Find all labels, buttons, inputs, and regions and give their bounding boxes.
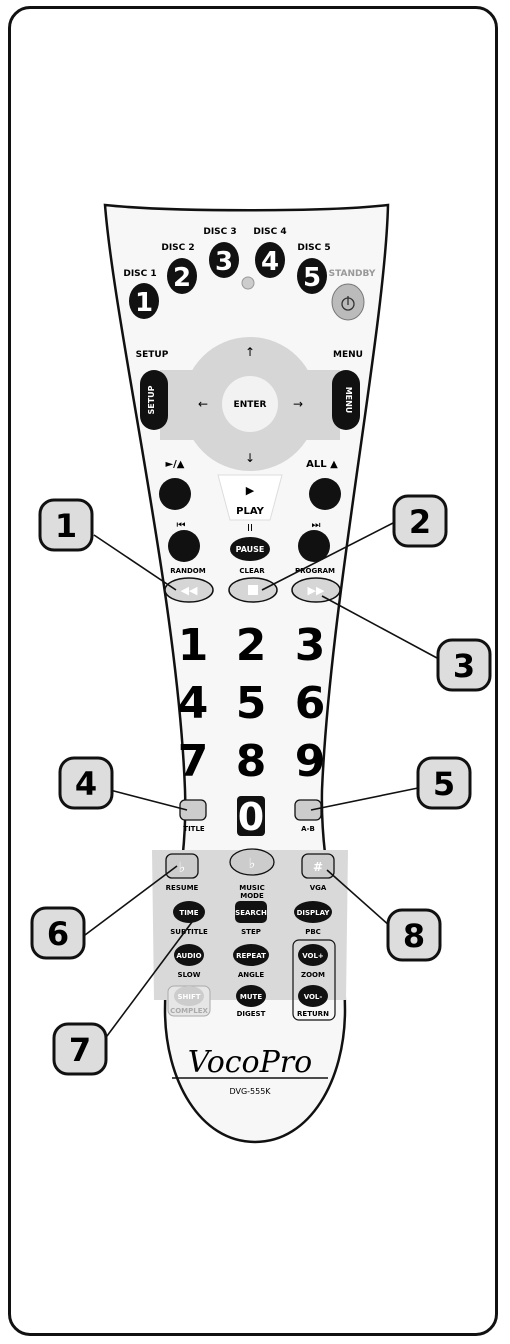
stop-icon: [248, 585, 258, 595]
setup-button-text: SETUP: [147, 385, 156, 414]
audio-button-label: AUDIO: [176, 952, 201, 960]
disc-2-number: 2: [173, 263, 191, 293]
play-icon: ▶: [246, 484, 255, 497]
music-mode-label-line2: MODE: [240, 892, 264, 900]
callout-4-number: 4: [75, 765, 97, 803]
shift-label: SHIFT: [177, 993, 200, 1001]
slow-label: SLOW: [178, 971, 201, 979]
menu-button-text: MENU: [344, 387, 353, 414]
search-button-label: SEARCH: [235, 909, 267, 917]
prev-track-button[interactable]: [168, 530, 200, 562]
program-label: PROGRAM: [295, 567, 335, 575]
vol-up-label: VOL+: [302, 952, 324, 960]
disc-4-label: DISC 4: [253, 227, 286, 237]
right-arrow-icon[interactable]: →: [293, 397, 303, 411]
subtitle-label: SUBTITLE: [170, 928, 208, 936]
digit-1[interactable]: 1: [178, 620, 209, 671]
left-arrow-icon[interactable]: ←: [198, 397, 208, 411]
mute-button-label: MUTE: [240, 993, 262, 1001]
setup-label: SETUP: [136, 350, 169, 360]
enter-label: ENTER: [234, 400, 267, 410]
ab-button[interactable]: [294, 799, 322, 821]
step-label: STEP: [241, 928, 261, 936]
disc-3-number: 3: [215, 247, 233, 277]
music-mode-label-line1: MUSIC: [239, 884, 264, 892]
disc-3-label: DISC 3: [203, 227, 236, 237]
clear-label: CLEAR: [239, 567, 265, 575]
digit-9[interactable]: 9: [295, 736, 326, 787]
music-mode-flat-icon: ♭: [249, 856, 256, 872]
zoom-label: ZOOM: [301, 971, 325, 979]
title-label: TITLE: [183, 825, 205, 833]
pause-icon: II: [247, 523, 253, 534]
remote-diagram: DISC 1 1 DISC 2 2 DISC 3 3 DISC 4 4 DISC…: [30, 203, 492, 1144]
menu-label: MENU: [333, 350, 363, 360]
disc-2-label: DISC 2: [161, 243, 194, 253]
prev-track-icon: ⏮: [177, 520, 186, 531]
standby-label: STANDBY: [329, 269, 376, 279]
eject-label: ►/▲: [165, 459, 184, 470]
disc-1-number: 1: [135, 288, 153, 318]
callout-7-number: 7: [69, 1031, 91, 1069]
callout-1-number: 1: [55, 507, 77, 545]
digit-0: 0: [238, 795, 264, 839]
rewind-icon: ◀◀: [181, 584, 198, 597]
flat-icon: ♭: [179, 860, 186, 876]
function-panel: ♭ ♭ # RESUME MUSIC MODE VGA TIME SUBTITL…: [152, 848, 348, 1021]
digit-6[interactable]: 6: [295, 678, 326, 729]
up-arrow-icon[interactable]: ↑: [245, 345, 255, 359]
angle-label: ANGLE: [238, 971, 264, 979]
digit-5[interactable]: 5: [236, 678, 267, 729]
all-eject-button[interactable]: [309, 478, 341, 510]
vga-label: VGA: [310, 884, 327, 892]
complex-label: COMPLEX: [170, 1007, 208, 1015]
next-track-icon: ⏭: [312, 520, 321, 531]
sharp-icon: #: [313, 860, 323, 874]
time-button-label: TIME: [179, 909, 198, 917]
all-eject-label: ALL ▲: [306, 459, 338, 470]
disc-5-label: DISC 5: [297, 243, 330, 253]
digit-3[interactable]: 3: [295, 620, 326, 671]
pause-label: PAUSE: [236, 545, 265, 554]
disc-1-label: DISC 1: [123, 269, 156, 279]
fast-forward-icon: ▶▶: [308, 584, 325, 597]
resume-label: RESUME: [166, 884, 199, 892]
display-button-label: DISPLAY: [297, 909, 331, 917]
ab-label: A-B: [301, 825, 315, 833]
digit-2[interactable]: 2: [236, 620, 267, 671]
callout-8-number: 8: [403, 917, 425, 955]
repeat-button-label: REPEAT: [236, 952, 266, 960]
digit-7[interactable]: 7: [178, 736, 209, 787]
led-indicator: [241, 276, 255, 290]
callout-2-number: 2: [409, 503, 431, 541]
callout-3-number: 3: [453, 647, 475, 685]
disc-4-number: 4: [261, 247, 279, 277]
callout-6-number: 6: [47, 915, 69, 953]
play-label: PLAY: [236, 506, 264, 517]
digit-8[interactable]: 8: [236, 736, 267, 787]
digit-4[interactable]: 4: [178, 678, 209, 729]
eject-button[interactable]: [159, 478, 191, 510]
return-label: RETURN: [297, 1010, 329, 1018]
vol-down-label: VOL-: [304, 993, 323, 1001]
disc-5-number: 5: [303, 263, 321, 293]
digest-label: DIGEST: [237, 1010, 266, 1018]
pbc-label: PBC: [305, 928, 321, 936]
random-label: RANDOM: [170, 567, 205, 575]
callout-5-number: 5: [433, 765, 455, 803]
down-arrow-icon[interactable]: ↓: [245, 451, 255, 465]
brand-logo: VocoPro: [188, 1045, 312, 1080]
model-number: DVG-555K: [229, 1087, 271, 1096]
